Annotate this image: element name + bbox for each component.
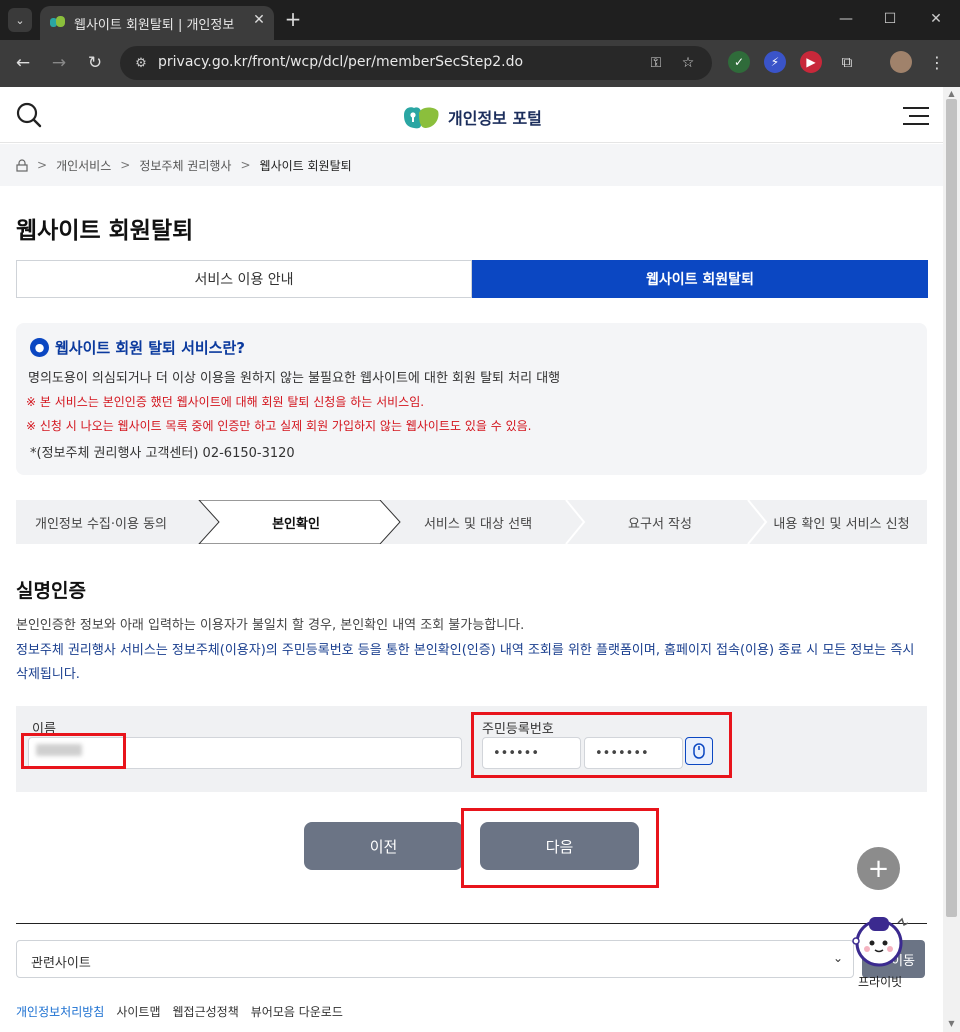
browser-tab[interactable]: 웹사이트 회원탈퇴 | 개인정보 ✕ [40,6,274,40]
name-value-blurred [36,744,82,756]
page-content: 개인정보 포털 > 개인서비스 > 정보주체 권리행사 > 웹사이트 회원탈퇴 … [0,87,943,1032]
new-tab-icon[interactable]: + [282,7,304,31]
tab-bar: ⌄ 웹사이트 회원탈퇴 | 개인정보 ✕ + — ☐ ✕ [0,0,960,40]
breadcrumb-current: 웹사이트 회원탈퇴 [259,158,352,173]
profile-avatar[interactable] [890,51,912,73]
breadcrumb-item[interactable]: 개인서비스 [56,157,111,174]
page-tabs: 서비스 이용 안내 웹사이트 회원탈퇴 [16,260,928,298]
keypad-button[interactable] [685,737,713,765]
back-icon[interactable]: ← [10,50,36,76]
step-item: 내용 확인 및 서비스 신청 [773,516,910,532]
extensions-icon[interactable]: ⧉ [836,51,858,73]
info-header: ● 웹사이트 회원 탈퇴 서비스란? [30,337,245,358]
reload-icon[interactable]: ↻ [82,50,108,76]
site-settings-icon[interactable]: ⚙ [132,54,150,72]
tab-title: 웹사이트 회원탈퇴 | 개인정보 [74,18,235,32]
step-item: 요구서 작성 [628,516,692,532]
site-header: 개인정보 포털 [0,87,943,143]
mouse-keypad-icon [693,743,705,759]
site-logo[interactable]: 개인정보 포털 [402,103,552,131]
section-title: 실명인증 [16,580,86,602]
step-item: 서비스 및 대상 선택 [423,516,533,532]
close-icon[interactable]: ✕ [250,11,268,29]
progress-steps: 개인정보 수집·이용 동의 본인확인 서비스 및 대상 선택 요구서 작성 내용… [16,500,927,544]
section-description: 본인인증한 정보와 아래 입력하는 이용자가 불일치 할 경우, 본인확인 내역… [16,618,525,633]
highlight-box [461,808,659,888]
hamburger-menu-icon[interactable] [903,107,929,125]
page-scrollbar[interactable]: ▲ ▼ [943,87,960,1032]
logo-icon [404,107,439,129]
info-warning: ※ 신청 시 나오는 웹사이트 목록 중에 인증만 하고 실제 회원 가입하지 … [26,419,532,433]
footer-link-viewers[interactable]: 뷰어모음 다운로드 [251,1003,343,1020]
info-contact: *(정보주체 권리행사 고객센터) 02-6150-3120 [30,446,295,461]
browser-toolbar: ← → ↻ ⚙ privacy.go.kr/front/wcp/dcl/per/… [0,40,960,87]
prev-button[interactable]: 이전 [304,822,463,870]
footer-divider [16,923,927,924]
search-icon[interactable] [16,102,42,128]
tab-withdrawal[interactable]: 웹사이트 회원탈퇴 [472,260,928,298]
chevron-right-icon: > [120,158,131,172]
maximize-icon[interactable]: ☐ [878,8,902,30]
page-title: 웹사이트 회원탈퇴 [16,218,194,244]
info-description: 명의도용이 의심되거나 더 이상 이용을 원하지 않는 불필요한 웹사이트에 대… [28,371,561,386]
logo-text: 개인정보 포털 [448,109,542,128]
info-warning: ※ 본 서비스는 본인인증 했던 웹사이트에 대해 회원 탈퇴 신청을 하는 서… [26,395,425,409]
more-menu-icon[interactable]: ⋮ [926,51,948,73]
mascot-label: 프라이빗 [858,975,903,989]
scroll-up-icon[interactable]: ▲ [947,89,956,98]
password-key-icon[interactable]: ⚿ [646,54,666,72]
scroll-down-icon[interactable]: ▼ [947,1019,956,1028]
bookmark-star-icon[interactable]: ☆ [678,54,698,72]
url-text[interactable]: privacy.go.kr/front/wcp/dcl/per/memberSe… [158,54,598,72]
browser-chrome: ⌄ 웹사이트 회원탈퇴 | 개인정보 ✕ + — ☐ ✕ ← → ↻ ⚙ pri… [0,0,960,87]
plus-fab-button[interactable]: + [857,847,900,890]
info-bubble-icon: ● [30,338,49,357]
extension-2-icon[interactable]: ⚡ [764,51,786,73]
chevron-right-icon: > [37,158,48,172]
footer-link-accessibility[interactable]: 웹접근성정책 [173,1003,239,1020]
info-title: 웹사이트 회원 탈퇴 서비스란? [55,339,245,357]
extension-1-icon[interactable]: ✓ [728,51,750,73]
footer-link-sitemap[interactable]: 사이트맵 [116,1003,160,1020]
tab-service-guide[interactable]: 서비스 이용 안내 [16,260,472,298]
favicon-icon [50,16,65,27]
step-item: 개인정보 수집·이용 동의 [35,516,167,532]
window-close-icon[interactable]: ✕ [924,8,948,30]
section-notice: 정보주체 권리행사 서비스는 정보주체(이용자)의 주민등록번호 등을 통한 본… [16,643,915,682]
breadcrumb-item[interactable]: 정보주체 권리행사 [139,157,231,174]
forward-icon[interactable]: → [46,50,72,76]
related-sites-select[interactable]: 관련사이트 ⌄ [16,940,854,978]
tab-list-icon[interactable]: ⌄ [8,8,32,32]
info-box: ● 웹사이트 회원 탈퇴 서비스란? 명의도용이 의심되거나 더 이상 이용을 … [16,323,927,475]
breadcrumb: > 개인서비스 > 정보주체 권리행사 > 웹사이트 회원탈퇴 [0,144,943,186]
address-bar[interactable]: ⚙ privacy.go.kr/front/wcp/dcl/per/member… [120,46,712,80]
home-lock-icon[interactable] [16,158,28,172]
minimize-icon[interactable]: — [834,8,858,30]
scroll-thumb[interactable] [946,99,957,917]
footer-links: 개인정보처리방침 사이트맵 웹접근성정책 뷰어모음 다운로드 [16,1003,355,1020]
chevron-down-icon: ⌄ [832,951,843,965]
step-item-active: 본인확인 [272,516,320,532]
chevron-right-icon: > [240,158,251,172]
extension-3-icon[interactable]: ▶ [800,51,822,73]
footer-link-privacy[interactable]: 개인정보처리방침 [16,1003,104,1020]
related-sites-label: 관련사이트 [31,956,91,971]
